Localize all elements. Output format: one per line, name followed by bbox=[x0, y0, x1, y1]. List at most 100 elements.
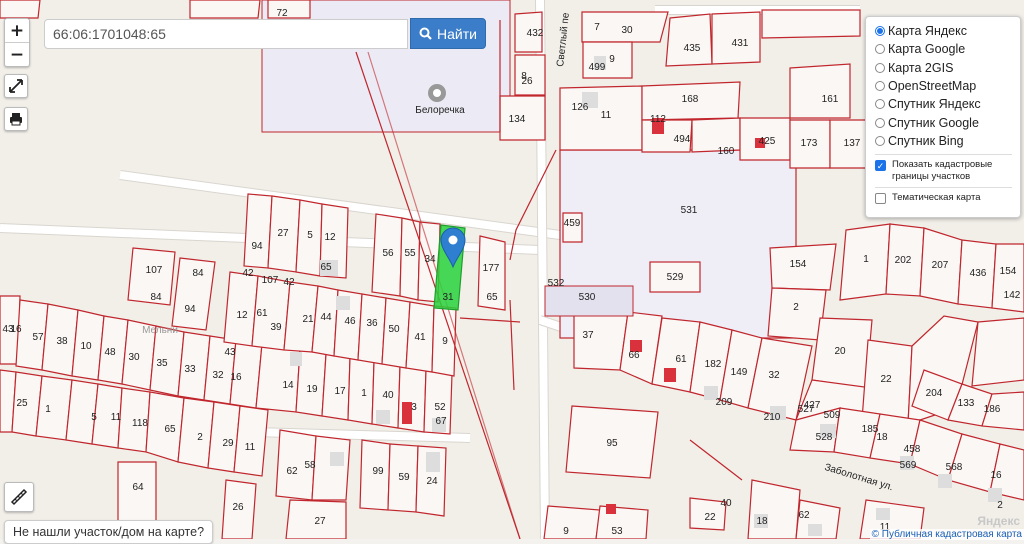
parcel-number-label: 458 bbox=[904, 444, 921, 455]
parcel-number-label: 39 bbox=[270, 322, 282, 333]
basemap-label: Карта 2GIS bbox=[888, 60, 954, 75]
radio[interactable] bbox=[875, 62, 885, 73]
search-button[interactable]: Найти bbox=[410, 18, 486, 49]
parcel-number-label: 26 bbox=[521, 76, 533, 87]
parcel-number-label: 37 bbox=[582, 330, 594, 341]
parcel-number-label: 35 bbox=[156, 358, 168, 369]
parcel-number-label: 30 bbox=[621, 25, 633, 36]
basemap-label: Карта Google bbox=[888, 42, 966, 57]
area-label-melnit: Мельни bbox=[142, 325, 178, 336]
cadastral-label: Показать кадастровые границы участков bbox=[892, 159, 993, 183]
checkbox-checked[interactable]: ✓ bbox=[875, 160, 886, 172]
parcel-number-label: 32 bbox=[212, 370, 224, 381]
parcel-number-label: 9 bbox=[563, 526, 569, 537]
not-found-link[interactable]: Не нашли участок/дом на карте? bbox=[4, 520, 214, 544]
parcel-number-label: 431 bbox=[732, 38, 749, 49]
parcel-number-label: 46 bbox=[344, 316, 356, 327]
basemap-option-yandex-map[interactable]: Карта Яндекс bbox=[875, 22, 1020, 40]
yandex-watermark: Яндекс bbox=[977, 514, 1020, 528]
parcel-number-label: 133 bbox=[958, 398, 975, 409]
parcel-number-label: 529 bbox=[667, 272, 684, 283]
parcel-number-label: 530 bbox=[579, 292, 596, 303]
parcel-number-label: 436 bbox=[970, 268, 987, 279]
parcel-number-label: 56 bbox=[382, 248, 394, 259]
parcel-number-label: 41 bbox=[414, 332, 426, 343]
zoom-control: + − bbox=[4, 18, 30, 67]
parcel-number-label: 53 bbox=[611, 526, 623, 537]
parcel-number-label: 160 bbox=[718, 146, 735, 157]
basemap-option-google-satellite[interactable]: Спутник Google bbox=[875, 113, 1020, 131]
parcel-number-label: 531 bbox=[681, 205, 698, 216]
attribution-link[interactable]: © Публичная кадастровая карта bbox=[869, 529, 1024, 540]
parcel-number-label: 112 bbox=[650, 114, 666, 125]
parcel-number-label: 499 bbox=[589, 62, 606, 73]
parcel-number-label: 65 bbox=[320, 262, 332, 273]
parcel-number-label: 182 bbox=[705, 359, 722, 370]
parcel-number-label: 427 bbox=[804, 400, 821, 411]
ruler-icon bbox=[10, 488, 28, 506]
parcel-number-label: 33 bbox=[184, 364, 196, 375]
parcel-number-label: 19 bbox=[306, 384, 318, 395]
parcel-number-label: 207 bbox=[932, 260, 949, 271]
parcel-number-label: 38 bbox=[56, 336, 68, 347]
parcel-number-label: 94 bbox=[251, 241, 263, 252]
parcel-number-label: 107 bbox=[146, 265, 163, 276]
parcel-number-label: 34 bbox=[424, 254, 436, 265]
parcel-number-label: 52 bbox=[434, 402, 446, 413]
parcel-number-label: 17 bbox=[334, 386, 346, 397]
parcel-number-label: 21 bbox=[302, 314, 314, 325]
parcel-number-label: 509 bbox=[824, 410, 841, 421]
divider bbox=[875, 154, 1012, 156]
radio[interactable] bbox=[875, 81, 885, 92]
thematic-toggle[interactable]: Тематическая карта bbox=[875, 192, 1020, 205]
radio[interactable] bbox=[875, 99, 885, 110]
parcel-number-label: 161 bbox=[822, 94, 839, 105]
parcel-number-label: 48 bbox=[104, 347, 116, 358]
parcel-number-label: 2 bbox=[197, 432, 203, 443]
zoom-in-button[interactable]: + bbox=[5, 19, 29, 43]
checkbox[interactable] bbox=[875, 193, 886, 205]
radio[interactable] bbox=[875, 135, 885, 146]
parcel-number-label: 11 bbox=[111, 412, 122, 423]
parcel-number-label: 494 bbox=[674, 134, 691, 145]
parcel-number-label: 173 bbox=[801, 138, 818, 149]
basemap-option-2gis[interactable]: Карта 2GIS bbox=[875, 59, 1020, 77]
parcel-number-label: 1 bbox=[863, 254, 869, 265]
parcel-number-label: 14 bbox=[282, 380, 294, 391]
parcel-number-label: 10 bbox=[80, 341, 92, 352]
basemap-option-yandex-satellite[interactable]: Спутник Яндекс bbox=[875, 95, 1020, 113]
parcel-number-label: 43 bbox=[224, 347, 236, 358]
parcel-number-label: 25 bbox=[16, 398, 28, 409]
parcel-number-label: 44 bbox=[320, 312, 332, 323]
parcel-number-label: 1 bbox=[45, 404, 51, 415]
parcel-number-label: 209 bbox=[716, 397, 733, 408]
radio[interactable] bbox=[875, 117, 885, 128]
parcel-number-label: 18 bbox=[756, 516, 768, 527]
fullscreen-button[interactable] bbox=[4, 74, 28, 98]
parcel-number-label: 59 bbox=[398, 472, 410, 483]
print-button[interactable] bbox=[4, 107, 28, 131]
parcel-number-label: 30 bbox=[128, 352, 140, 363]
basemap-option-google-map[interactable]: Карта Google bbox=[875, 40, 1020, 58]
parcel-number-label: 154 bbox=[1000, 266, 1017, 277]
ruler-button[interactable] bbox=[4, 482, 34, 512]
search-input[interactable] bbox=[44, 19, 408, 49]
search-button-label: Найти bbox=[437, 25, 477, 42]
parcel-number-label: 459 bbox=[564, 218, 581, 229]
parcel-number-label: 107 bbox=[262, 275, 279, 286]
basemap-option-bing-satellite[interactable]: Спутник Bing bbox=[875, 132, 1020, 150]
basemap-option-osm[interactable]: OpenStreetMap bbox=[875, 77, 1020, 95]
parcel-number-label: 22 bbox=[880, 374, 892, 385]
parcel-number-label: 27 bbox=[314, 516, 326, 527]
parcel-number-label: 16 bbox=[10, 324, 22, 335]
parcel-number-label: 65 bbox=[164, 424, 176, 435]
cadastral-toggle[interactable]: ✓ Показать кадастровые границы участков bbox=[875, 159, 1020, 183]
parcel-number-label: 57 bbox=[32, 332, 44, 343]
parcel-number-label: 36 bbox=[366, 318, 378, 329]
parcel-number-label: 569 bbox=[900, 460, 917, 471]
parcel-number-label: 528 bbox=[816, 432, 833, 443]
zoom-out-button[interactable]: − bbox=[5, 43, 29, 66]
basemap-label: Карта Яндекс bbox=[888, 24, 967, 39]
radio-selected[interactable] bbox=[875, 26, 885, 37]
radio[interactable] bbox=[875, 44, 885, 55]
